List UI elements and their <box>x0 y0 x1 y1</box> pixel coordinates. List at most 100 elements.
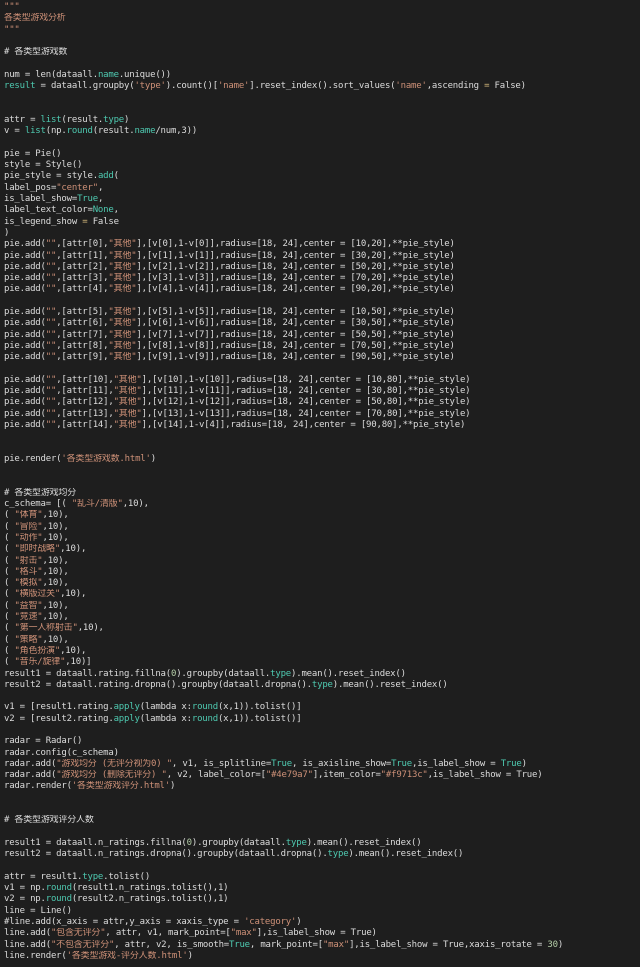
code-token-keyword: name <box>97 69 119 80</box>
code-token-default: ( <box>4 612 15 623</box>
code-line: attr = list(result.type) <box>0 115 640 126</box>
code-token-string: "益智" <box>14 600 43 611</box>
code-line: pie.add("",[attr[14],"其他"],[v[14],1-v[4]… <box>0 420 640 431</box>
code-token-default: ,[attr[4], <box>56 284 109 295</box>
code-token-string: "模拟" <box>14 578 43 589</box>
code-token-default: = dataall.groupby( <box>35 81 135 92</box>
code-token-string: "竞速" <box>14 612 43 623</box>
code-token-default: ) <box>4 227 10 238</box>
code-token-default: v1 = np. <box>4 883 46 894</box>
code-token-default: v2 = [result2.rating. <box>4 713 114 724</box>
code-line: v2 = np.round(result2.n_ratings.tolist()… <box>0 894 640 905</box>
code-token-string: "不包含无评分" <box>50 939 115 950</box>
code-line: pie.add("",[attr[9],"其他"],[v[9],1-v[9]],… <box>0 352 640 363</box>
code-token-string: 'category' <box>244 917 297 928</box>
code-token-string: "" <box>45 307 57 318</box>
code-token-default: ],[v[13],1-v[13]],radius=[18, 24],center… <box>141 408 471 419</box>
code-token-string: "体育" <box>14 510 43 521</box>
code-token-string: "#f9713c" <box>380 770 428 781</box>
code-token-default: ],[v[11],1-v[11]],radius=[18, 24],center… <box>141 386 471 397</box>
code-token-default: ( <box>4 578 15 589</box>
code-line: ( "第一人称射击",10), <box>0 623 640 634</box>
code-token-keyword: type <box>270 668 292 679</box>
code-line: 各类型游戏分析 <box>0 13 640 24</box>
code-token-string: "包含无评分" <box>50 928 106 939</box>
code-token-default: (lambda x: <box>139 713 192 724</box>
code-token-default: (result2.n_ratings.tolist(),1) <box>71 894 229 905</box>
code-token-default: ( <box>4 510 15 521</box>
code-token-default: pie.add( <box>4 352 46 363</box>
code-editor[interactable]: """ 各类型游戏分析 """ # 各类型游戏数 num = len(dataall.n… <box>0 0 640 967</box>
code-token-default: radar.config(c_schema) <box>4 747 119 758</box>
code-token-keyword: type <box>103 114 125 125</box>
code-token-default: ).mean().reset_index() <box>306 837 422 848</box>
code-token-default: .tolist() <box>103 871 151 882</box>
code-token-default: pie.add( <box>4 273 46 284</box>
code-token-string: "" <box>45 419 57 430</box>
code-line: # 各类型游戏均分 <box>0 488 640 499</box>
code-line: is_label_show=True, <box>0 194 640 205</box>
code-token-default: , attr, v1, mark_point=[ <box>105 928 231 939</box>
code-line: pie.add("",[attr[13],"其他"],[v[13],1-v[13… <box>0 409 640 420</box>
code-line: pie.add("",[attr[1],"其他"],[v[1],1-v[1]],… <box>0 251 640 262</box>
code-token-default: ,is_label_show = True) <box>427 770 543 781</box>
code-token-string: '各类型游戏-评分人数.html' <box>66 950 188 961</box>
code-token-string: "" <box>45 397 57 408</box>
code-token-default: ,10), <box>42 521 69 532</box>
code-token-default: attr = <box>4 114 41 125</box>
code-token-default: pie.add( <box>4 239 46 250</box>
code-token-string: "" <box>45 250 57 261</box>
code-token-default: ],[v[4],1-v[4]],radius=[18, 24],center =… <box>136 284 455 295</box>
code-line: pie.add("",[attr[6],"其他"],[v[6],1-v[6]],… <box>0 318 640 329</box>
code-token-default: ,[attr[8], <box>56 340 109 351</box>
code-token-string: "" <box>45 352 57 363</box>
code-line: pie.render('各类型游戏数.html') <box>0 454 640 465</box>
code-line: #line.add(x_axis = attr,y_axis = xaxis_t… <box>0 917 640 928</box>
code-token-string: "" <box>45 386 57 397</box>
code-line: v = list(np.round(result.name/num,3)) <box>0 126 640 137</box>
code-line: line.add("包含无评分", attr, v1, mark_point=[… <box>0 928 640 939</box>
code-token-default: ,[attr[10], <box>56 374 114 385</box>
code-token-default: ).count()[ <box>165 81 218 92</box>
code-line: radar.add("游戏均分 (删除无评分) ", v2, label_col… <box>0 770 640 781</box>
code-token-default: result2 = dataall.n_ratings.dropna().gro… <box>4 849 328 860</box>
code-line: line = Line() <box>0 906 640 917</box>
code-token-string: "其他" <box>108 329 137 340</box>
code-token-keyword: round <box>191 702 218 713</box>
code-token-keyword: True <box>271 758 292 769</box>
code-token-string: "其他" <box>108 239 137 250</box>
code-token-default: ,is_label_show = <box>411 758 501 769</box>
code-line: label_text_color=None, <box>0 205 640 216</box>
code-line: pie.add("",[attr[7],"其他"],[v[7],1-v[7]],… <box>0 330 640 341</box>
code-token-default: is_legend_show <box>4 216 83 227</box>
code-token-keyword: apply <box>113 713 140 724</box>
code-line: pie.add("",[attr[11],"其他"],[v[11],1-v[11… <box>0 386 640 397</box>
code-token-default: ,10), <box>42 566 69 577</box>
code-line: v1 = [result1.rating.apply(lambda x:roun… <box>0 702 640 713</box>
code-line: v1 = np.round(result1.n_ratings.tolist()… <box>0 883 640 894</box>
code-token-default: (x,1)).tolist()] <box>217 713 302 724</box>
code-line: pie = Pie() <box>0 149 640 160</box>
code-token-string: "格斗" <box>14 566 43 577</box>
code-token-string: "其他" <box>113 419 142 430</box>
code-token-string: "其他" <box>108 340 137 351</box>
code-line: ( "射击",10), <box>0 556 640 567</box>
code-token-number: 30 <box>547 939 558 950</box>
code-token-default: result1 = dataall.n_ratings.fillna( <box>4 837 187 848</box>
code-token-default: ).mean().reset_index() <box>332 679 448 690</box>
code-token-default: ],[v[0],1-v[0]],radius=[18, 24],center =… <box>136 239 455 250</box>
code-token-string: "center" <box>56 182 98 193</box>
code-token-default: , <box>97 182 104 193</box>
code-line: ( "音乐/旋律",10)] <box>0 657 640 668</box>
code-token-default: , <box>97 194 104 205</box>
code-line: radar.render('各类型游戏评分.html') <box>0 781 640 792</box>
code-token-default: , mark_point=[ <box>249 939 323 950</box>
code-token-default: , <box>113 205 119 216</box>
code-line: result1 = dataall.n_ratings.fillna(0).gr… <box>0 838 640 849</box>
code-token-default: ,10), <box>122 499 149 510</box>
code-line: radar.config(c_schema) <box>0 748 640 759</box>
code-token-string: "" <box>45 273 57 284</box>
code-token-default: radar.render( <box>4 781 72 792</box>
